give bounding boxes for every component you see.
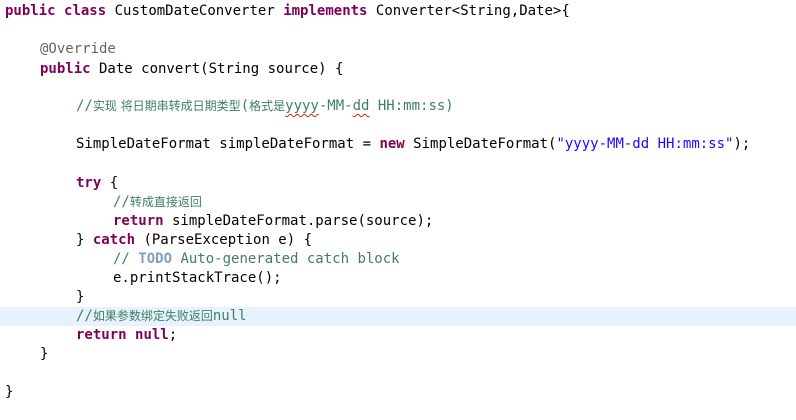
code-token: new [379, 136, 405, 152]
code-line-blank[interactable] [0, 79, 796, 98]
code-text: //转成直接返回 [113, 193, 202, 212]
code-token: SimpleDateFormat( [404, 136, 557, 152]
code-token: public [40, 61, 91, 77]
code-token: // [113, 194, 130, 210]
code-token: 转成直接返回 [129, 195, 202, 209]
code-token: implements [283, 3, 368, 19]
code-text: } catch (ParseException e) { [76, 231, 312, 250]
code-token: (ParseException e) { [135, 232, 313, 248]
code-line-method-close[interactable]: } [0, 345, 796, 364]
code-text: } [5, 383, 13, 402]
code-token: } [40, 346, 49, 362]
code-line-comment-format[interactable]: //实现 将日期串转成日期类型(格式是yyyy-MM-dd HH:mm:ss) [0, 97, 796, 116]
code-editor[interactable]: public class CustomDateConverter impleme… [0, 0, 796, 420]
code-text: e.printStackTrace(); [113, 269, 282, 288]
code-token: CustomDateConverter [106, 3, 284, 19]
code-token: e.printStackTrace(); [113, 270, 282, 286]
code-line-catch-open[interactable]: } catch (ParseException e) { [0, 231, 796, 250]
code-line-blank[interactable] [0, 116, 796, 135]
code-token: 如果参数绑定失败返回 [92, 309, 213, 323]
code-line-catch-close[interactable]: } [0, 288, 796, 307]
code-token: yyyy [285, 98, 319, 114]
code-token: ( [240, 98, 250, 114]
code-line-blank[interactable] [0, 364, 796, 383]
code-text: //实现 将日期串转成日期类型(格式是yyyy-MM-dd HH:mm:ss) [76, 97, 454, 116]
code-line-return-null[interactable]: return null; [0, 326, 796, 345]
code-text: return null; [76, 326, 177, 345]
code-token: Date convert(String source) { [90, 61, 344, 77]
code-token: } [76, 232, 93, 248]
code-line-comment-null[interactable]: //如果参数绑定失败返回null [0, 307, 796, 326]
code-token: @Override [40, 41, 116, 57]
code-token: } [76, 289, 85, 305]
code-token: class [64, 3, 107, 19]
code-text: } [40, 345, 48, 364]
code-token: 实现 将日期串转成日期类型 [92, 99, 241, 113]
code-line-method-decl[interactable]: public Date convert(String source) { [0, 60, 796, 79]
code-line-blank[interactable] [0, 154, 796, 173]
code-token: dd [352, 98, 370, 114]
code-token: null [212, 308, 247, 324]
code-token: // [113, 251, 139, 267]
code-token: 格式是 [249, 99, 286, 113]
code-text: try { [76, 174, 118, 193]
code-token: "yyyy-MM-dd HH:mm:ss" [556, 136, 734, 152]
code-token: catch [92, 232, 136, 248]
code-token: public [5, 3, 56, 19]
code-token: // [76, 98, 93, 114]
code-token: // [76, 308, 93, 324]
code-text: SimpleDateFormat simpleDateFormat = new … [76, 135, 750, 154]
code-token: } [5, 384, 14, 400]
code-line-try-open[interactable]: try { [0, 174, 796, 193]
code-line-todo-comment[interactable]: // TODO Auto-generated catch block [0, 250, 796, 269]
code-line-format-decl[interactable]: SimpleDateFormat simpleDateFormat = new … [0, 135, 796, 154]
code-token: null [135, 327, 169, 343]
code-text: } [76, 288, 84, 307]
code-text: @Override [40, 40, 116, 59]
code-token: ); [733, 136, 751, 152]
code-token: try [76, 175, 102, 191]
code-text: return simpleDateFormat.parse(source); [113, 212, 433, 231]
code-token: HH:mm:ss) [369, 98, 454, 114]
code-line-class-close[interactable]: } [0, 383, 796, 402]
code-token: -MM- [318, 98, 353, 114]
code-text: public Date convert(String source) { [40, 60, 343, 79]
code-line-print-stack[interactable]: e.printStackTrace(); [0, 269, 796, 288]
code-line-return-parse[interactable]: return simpleDateFormat.parse(source); [0, 212, 796, 231]
code-token: Auto-generated catch block [172, 251, 400, 267]
code-line-override[interactable]: @Override [0, 40, 796, 59]
code-line-class-decl[interactable]: public class CustomDateConverter impleme… [0, 2, 796, 21]
code-token: SimpleDateFormat simpleDateFormat = [76, 136, 380, 152]
code-token: Converter<String,Date>{ [367, 3, 570, 19]
code-token: return [76, 327, 127, 343]
code-text: //如果参数绑定失败返回null [76, 307, 247, 326]
code-line-comment-return[interactable]: //转成直接返回 [0, 193, 796, 212]
code-text: public class CustomDateConverter impleme… [5, 2, 570, 21]
code-text: // TODO Auto-generated catch block [113, 250, 400, 269]
code-token: { [101, 175, 119, 191]
code-token: return [113, 213, 164, 229]
code-token: TODO [138, 251, 173, 267]
code-token: simpleDateFormat.parse(source); [163, 213, 434, 229]
code-line-blank[interactable] [0, 21, 796, 40]
code-token: ; [168, 327, 178, 343]
